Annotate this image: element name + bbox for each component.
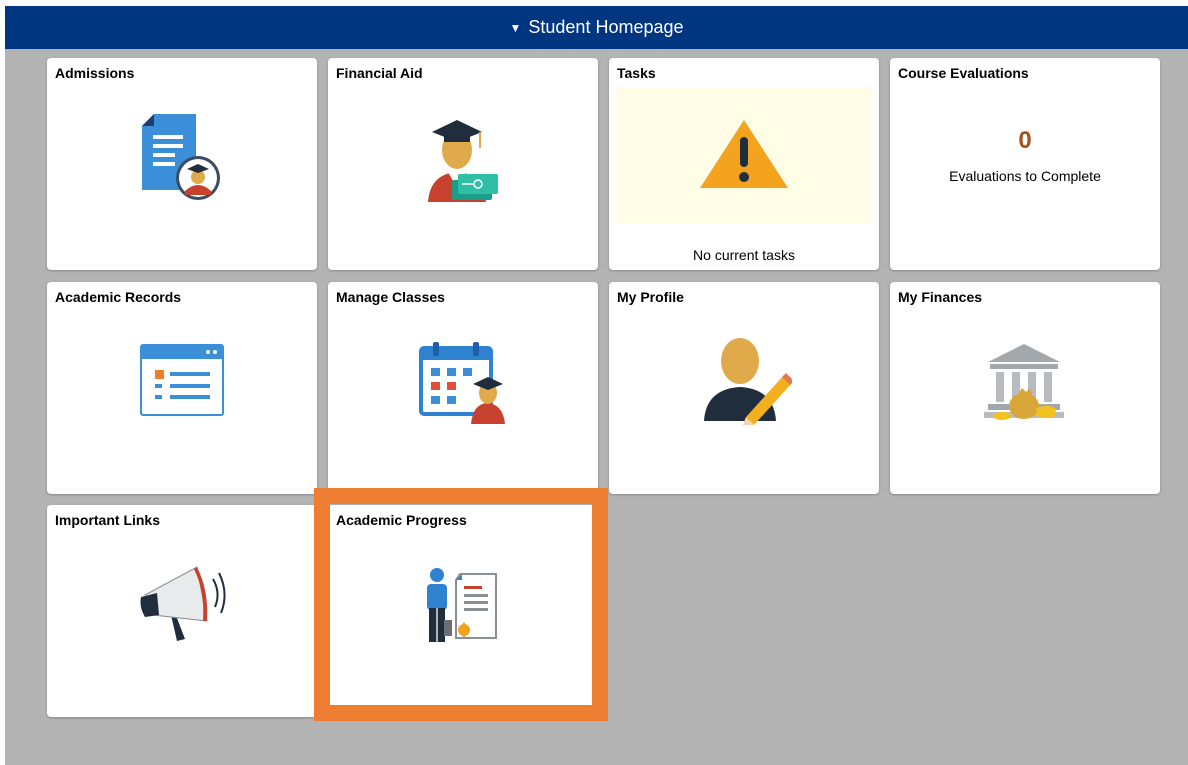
homepage-header[interactable]: ▼ Student Homepage xyxy=(5,6,1188,49)
calendar-student-icon xyxy=(419,342,505,424)
megaphone-icon xyxy=(140,566,226,641)
tile-tasks[interactable]: Tasks No current tasks xyxy=(609,58,879,270)
collapse-caret-icon[interactable]: ▼ xyxy=(510,21,522,35)
page-title: Student Homepage xyxy=(528,17,684,37)
tile-title: Admissions xyxy=(55,65,135,81)
evaluations-count: 0 xyxy=(1018,127,1032,154)
tile-manage-classes[interactable]: Manage Classes xyxy=(328,282,598,494)
records-window-icon xyxy=(140,344,224,416)
graduate-money-icon xyxy=(428,120,498,202)
tile-financial-aid[interactable]: Financial Aid xyxy=(328,58,598,270)
tile-my-profile[interactable]: My Profile xyxy=(609,282,879,494)
tasks-empty-note: No current tasks xyxy=(693,247,795,263)
tile-title: Manage Classes xyxy=(336,289,445,305)
profile-edit-icon xyxy=(704,338,792,425)
tasks-panel xyxy=(616,87,872,224)
tile-title: Financial Aid xyxy=(336,65,423,81)
tile-title: Course Evaluations xyxy=(898,65,1029,81)
evaluations-label: Evaluations to Complete xyxy=(949,168,1101,184)
tile-title: My Finances xyxy=(898,289,983,305)
warning-icon xyxy=(700,120,788,188)
tile-title: My Profile xyxy=(617,289,684,305)
tile-title: Tasks xyxy=(617,65,656,81)
tile-important-links[interactable]: Important Links xyxy=(47,505,317,717)
tile-my-finances[interactable]: My Finances xyxy=(890,282,1160,494)
bank-money-icon xyxy=(984,344,1064,420)
tile-title: Academic Records xyxy=(55,289,182,305)
homepage-frame: ▼ Student Homepage Admissions Financial … xyxy=(5,6,1188,765)
highlight-box xyxy=(314,488,608,721)
tile-admissions[interactable]: Admissions xyxy=(47,58,317,270)
tile-title: Important Links xyxy=(55,512,161,528)
admissions-document-icon xyxy=(142,114,220,200)
tile-course-evaluations[interactable]: Course Evaluations 0 Evaluations to Comp… xyxy=(890,58,1160,270)
tile-academic-records[interactable]: Academic Records xyxy=(47,282,317,494)
